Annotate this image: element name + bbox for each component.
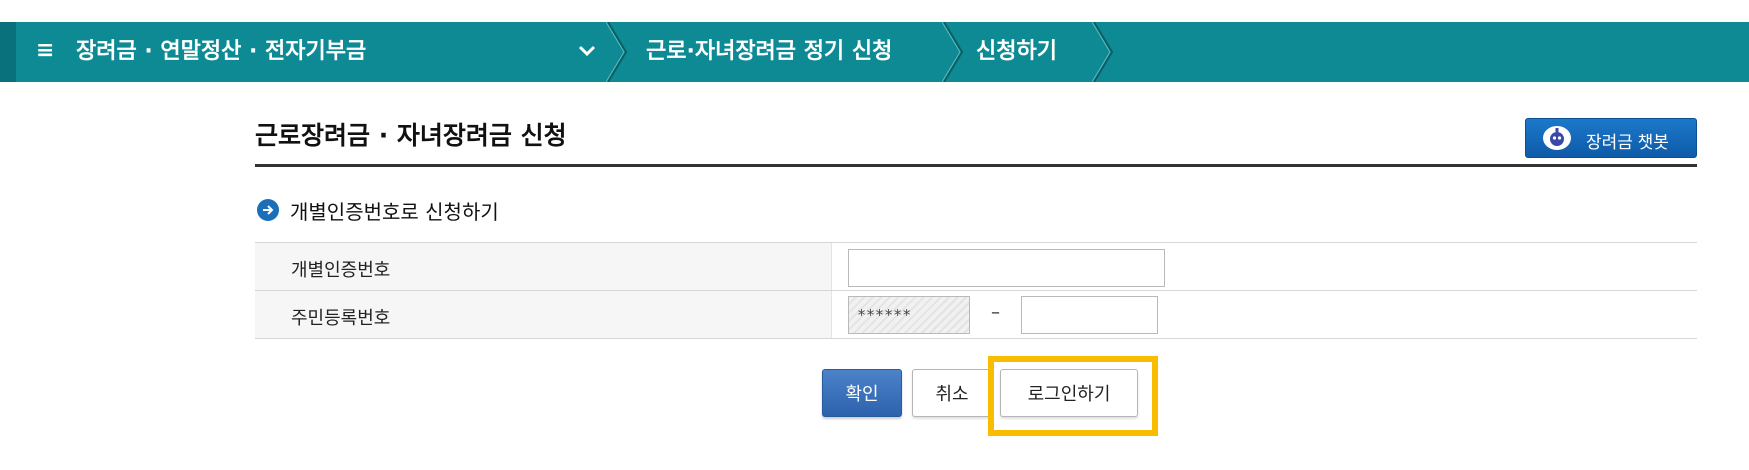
breadcrumb-separator-icon [606,22,628,82]
breadcrumb-category[interactable]: 장려금 · 연말정산 · 전자기부금 [76,22,366,82]
top-navigation-bar: ≡ 장려금 · 연말정산 · 전자기부금 근로·자녀장려금 정기 신청 신청하기 [0,22,1749,82]
rrn-back-input[interactable] [1021,296,1158,334]
auth-number-input[interactable] [848,249,1165,287]
login-button[interactable]: 로그인하기 [1000,369,1138,417]
table-row: 주민등록번호 – [255,291,1697,339]
breadcrumb-separator-icon [1092,22,1114,82]
row-header: 주민등록번호 [255,291,832,338]
chevron-down-icon[interactable] [576,40,598,62]
section-title: 개별인증번호로 신청하기 [290,200,499,224]
rrn-separator: – [991,302,1000,323]
breadcrumb-separator-icon [942,22,964,82]
nav-edge [0,22,16,82]
chatbot-button-label: 장려금 챗봇 [1586,133,1669,152]
table-row: 개별인증번호 [255,243,1697,291]
chatbot-icon [1543,126,1571,150]
arrow-circle-icon [257,199,279,221]
auth-number-label: 개별인증번호 [291,260,391,281]
chatbot-button[interactable]: 장려금 챗봇 [1525,118,1697,158]
cancel-button[interactable]: 취소 [912,369,992,417]
rrn-front-input [848,296,970,334]
title-divider [255,164,1697,167]
breadcrumb-current[interactable]: 신청하기 [976,22,1057,82]
rrn-label: 주민등록번호 [291,308,391,329]
application-form-table: 개별인증번호 주민등록번호 – [255,242,1697,339]
hamburger-menu-icon[interactable]: ≡ [36,39,56,63]
row-header: 개별인증번호 [255,243,832,290]
page-title: 근로장려금 · 자녀장려금 신청 [255,121,567,150]
confirm-button[interactable]: 확인 [822,369,902,417]
breadcrumb-section[interactable]: 근로·자녀장려금 정기 신청 [646,22,892,82]
